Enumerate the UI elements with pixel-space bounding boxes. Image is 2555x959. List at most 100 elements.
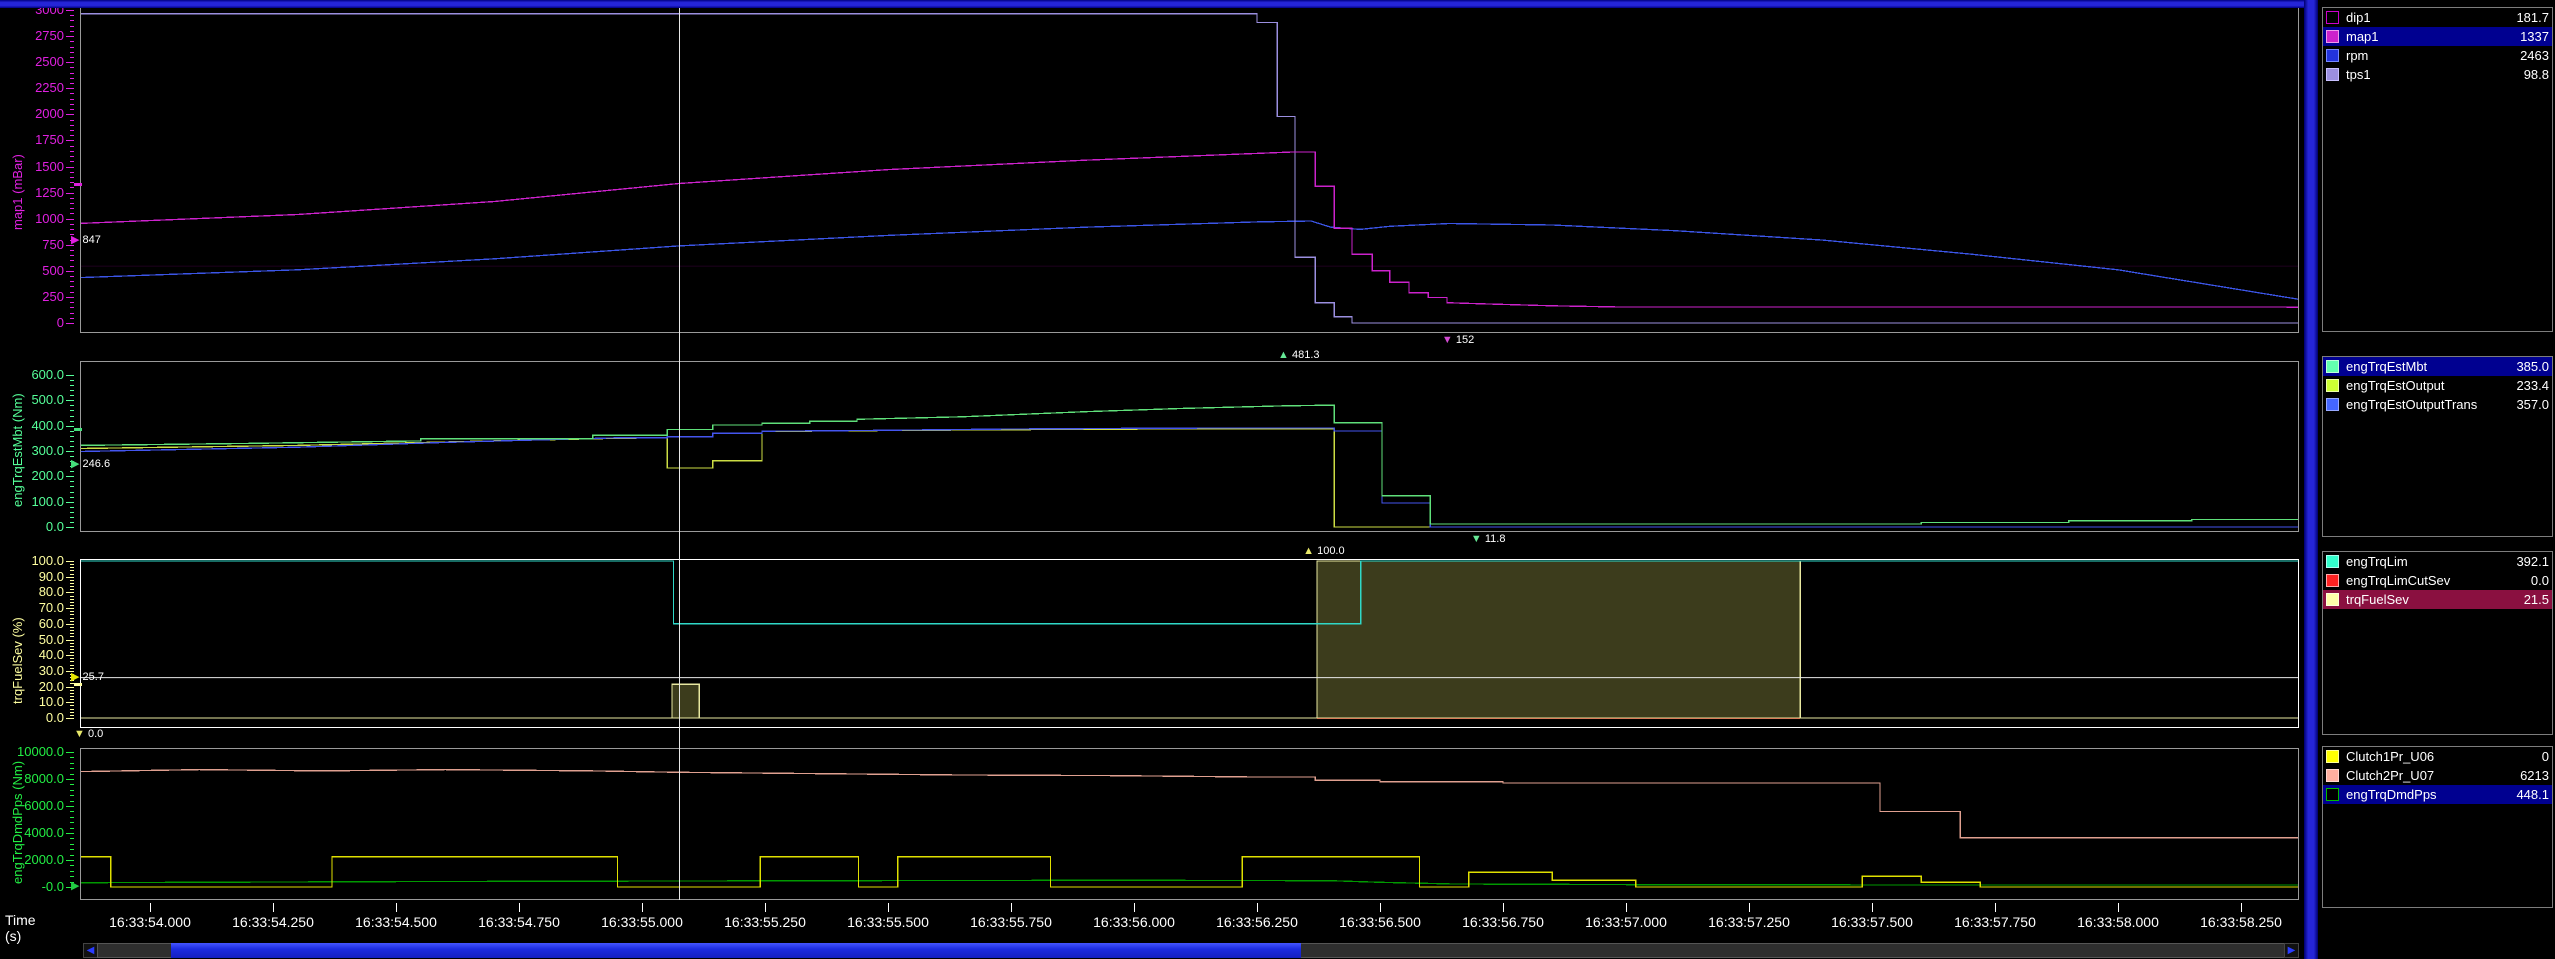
- cursor-value-marker: ▶: [71, 881, 79, 892]
- signal-value: 448.1: [2516, 787, 2549, 802]
- y-minor-tick: [70, 151, 74, 152]
- signal-value: 1337: [2520, 29, 2549, 44]
- signal-value: 357.0: [2516, 397, 2549, 412]
- legend-row-Clutch2Pr_U07[interactable]: Clutch2Pr_U076213: [2323, 766, 2552, 785]
- max-marker: ▲ 100.0: [1303, 546, 1344, 557]
- signal-name: Clutch1Pr_U06: [2346, 749, 2542, 764]
- cursor-value-marker-value: 25.7: [83, 671, 104, 683]
- plot-area-engTrqEstMbt[interactable]: [80, 361, 2299, 532]
- signal-traces: [81, 560, 2298, 727]
- min-marker-icon: ▼: [1471, 533, 1482, 545]
- y-minor-tick: [70, 130, 74, 131]
- legend-row-tps1[interactable]: tps198.8: [2323, 65, 2552, 84]
- legend-row-dip1[interactable]: dip1181.7: [2323, 8, 2552, 27]
- legend-row-map1[interactable]: map11337: [2323, 27, 2552, 46]
- y-tick-label: 200.0: [2, 469, 64, 483]
- legend-row-engTrqLim[interactable]: engTrqLim392.1: [2323, 552, 2552, 571]
- y-minor-tick: [70, 567, 74, 568]
- y-minor-tick: [70, 78, 74, 79]
- y-minor-tick: [70, 104, 74, 105]
- legend-row-rpm[interactable]: rpm2463: [2323, 46, 2552, 65]
- y-minor-tick: [70, 602, 74, 603]
- y-minor-tick: [70, 522, 74, 523]
- plot-area-map1[interactable]: [80, 7, 2299, 333]
- signal-value: 6213: [2520, 768, 2549, 783]
- y-minor-tick: [70, 385, 74, 386]
- y-minor-tick: [70, 250, 74, 251]
- y-minor-tick: [70, 73, 74, 74]
- y-minor-tick: [70, 281, 74, 282]
- y-minor-tick: [70, 57, 74, 58]
- y-minor-tick: [70, 849, 74, 850]
- trace-Clutch2Pr_U07: [81, 770, 2298, 838]
- y-tick-label: 600.0: [2, 368, 64, 382]
- y-minor-tick: [70, 380, 74, 381]
- signal-name: dip1: [2346, 10, 2516, 25]
- y-minor-tick: [70, 665, 74, 666]
- y-minor-tick: [70, 763, 74, 764]
- y-minor-tick: [70, 266, 74, 267]
- cursor-value-marker-value: 847: [83, 234, 101, 246]
- y-minor-tick: [70, 570, 74, 571]
- y-minor-tick: [70, 198, 74, 199]
- y-minor-tick: [70, 276, 74, 277]
- y-minor-tick: [70, 400, 74, 401]
- y-minor-tick: [70, 699, 74, 700]
- legend-splitter[interactable]: [2304, 0, 2318, 959]
- y-tick-label: 1750: [2, 133, 64, 147]
- time-tick-label: 16:33:55.250: [705, 914, 825, 930]
- min-marker-value: 11.8: [1485, 533, 1506, 545]
- y-minor-tick: [70, 649, 74, 650]
- axis-current-value-notch: [74, 683, 82, 686]
- cursor-value-marker: ▶ 25.7: [71, 672, 104, 683]
- y-minor-tick: [70, 47, 74, 48]
- scrollbar-thumb[interactable]: [171, 943, 1301, 958]
- scrollbar-left-arrow-icon[interactable]: ◀: [83, 943, 98, 958]
- y-minor-tick: [70, 302, 74, 303]
- signal-name: engTrqDmdPps: [2346, 787, 2516, 802]
- y-minor-tick: [70, 451, 74, 452]
- legend-row-trqFuelSev[interactable]: trqFuelSev21.5: [2323, 590, 2552, 609]
- y-tick-label: 90.0: [2, 570, 64, 584]
- y-minor-tick: [70, 527, 74, 528]
- time-tick-mark: [1011, 903, 1012, 912]
- legend-row-engTrqLimCutSev[interactable]: engTrqLimCutSev0.0: [2323, 571, 2552, 590]
- y-minor-tick: [70, 271, 74, 272]
- min-marker-icon: ▼: [1442, 334, 1453, 346]
- y-tick-label: 80.0: [2, 585, 64, 599]
- legend-row-engTrqEstOutputTrans[interactable]: engTrqEstOutputTrans357.0: [2323, 395, 2552, 414]
- y-minor-tick: [70, 690, 74, 691]
- time-tick-label: 16:33:58.000: [2058, 914, 2178, 930]
- measure-cursor-line[interactable]: [679, 7, 680, 900]
- y-tick-label: 300.0: [2, 444, 64, 458]
- y-minor-tick: [70, 114, 74, 115]
- cursor-value-marker-icon: ▶: [71, 671, 79, 683]
- panel-separator[interactable]: [0, 0, 2318, 8]
- legend-row-engTrqEstOutput[interactable]: engTrqEstOutput233.4: [2323, 376, 2552, 395]
- y-minor-tick: [70, 471, 74, 472]
- y-minor-tick: [70, 193, 74, 194]
- legend-row-engTrqDmdPps[interactable]: engTrqDmdPps448.1: [2323, 785, 2552, 804]
- y-minor-tick: [70, 715, 74, 716]
- y-minor-tick: [70, 307, 74, 308]
- y-tick-label: 250: [2, 290, 64, 304]
- plot-area-Clutch1Pr_U06[interactable]: [80, 748, 2299, 900]
- y-minor-tick: [70, 416, 74, 417]
- time-tick-mark: [519, 903, 520, 912]
- y-minor-tick: [70, 661, 74, 662]
- time-tick-label: 16:33:58.250: [2181, 914, 2301, 930]
- legend-row-Clutch1Pr_U06[interactable]: Clutch1Pr_U060: [2323, 747, 2552, 766]
- y-minor-tick: [70, 589, 74, 590]
- y-minor-tick: [70, 446, 74, 447]
- plot-area-engTrqLim[interactable]: [80, 559, 2299, 728]
- y-minor-tick: [70, 20, 74, 21]
- signal-color-swatch: [2326, 379, 2339, 392]
- y-minor-tick: [70, 636, 74, 637]
- legend-row-engTrqEstMbt[interactable]: engTrqEstMbt385.0: [2323, 357, 2552, 376]
- y-minor-tick: [70, 757, 74, 758]
- y-minor-tick: [70, 574, 74, 575]
- time-tick-mark: [2241, 903, 2242, 912]
- y-minor-tick: [70, 668, 74, 669]
- scrollbar-right-arrow-icon[interactable]: ▶: [2284, 943, 2299, 958]
- time-tick-label: 16:33:57.500: [1812, 914, 1932, 930]
